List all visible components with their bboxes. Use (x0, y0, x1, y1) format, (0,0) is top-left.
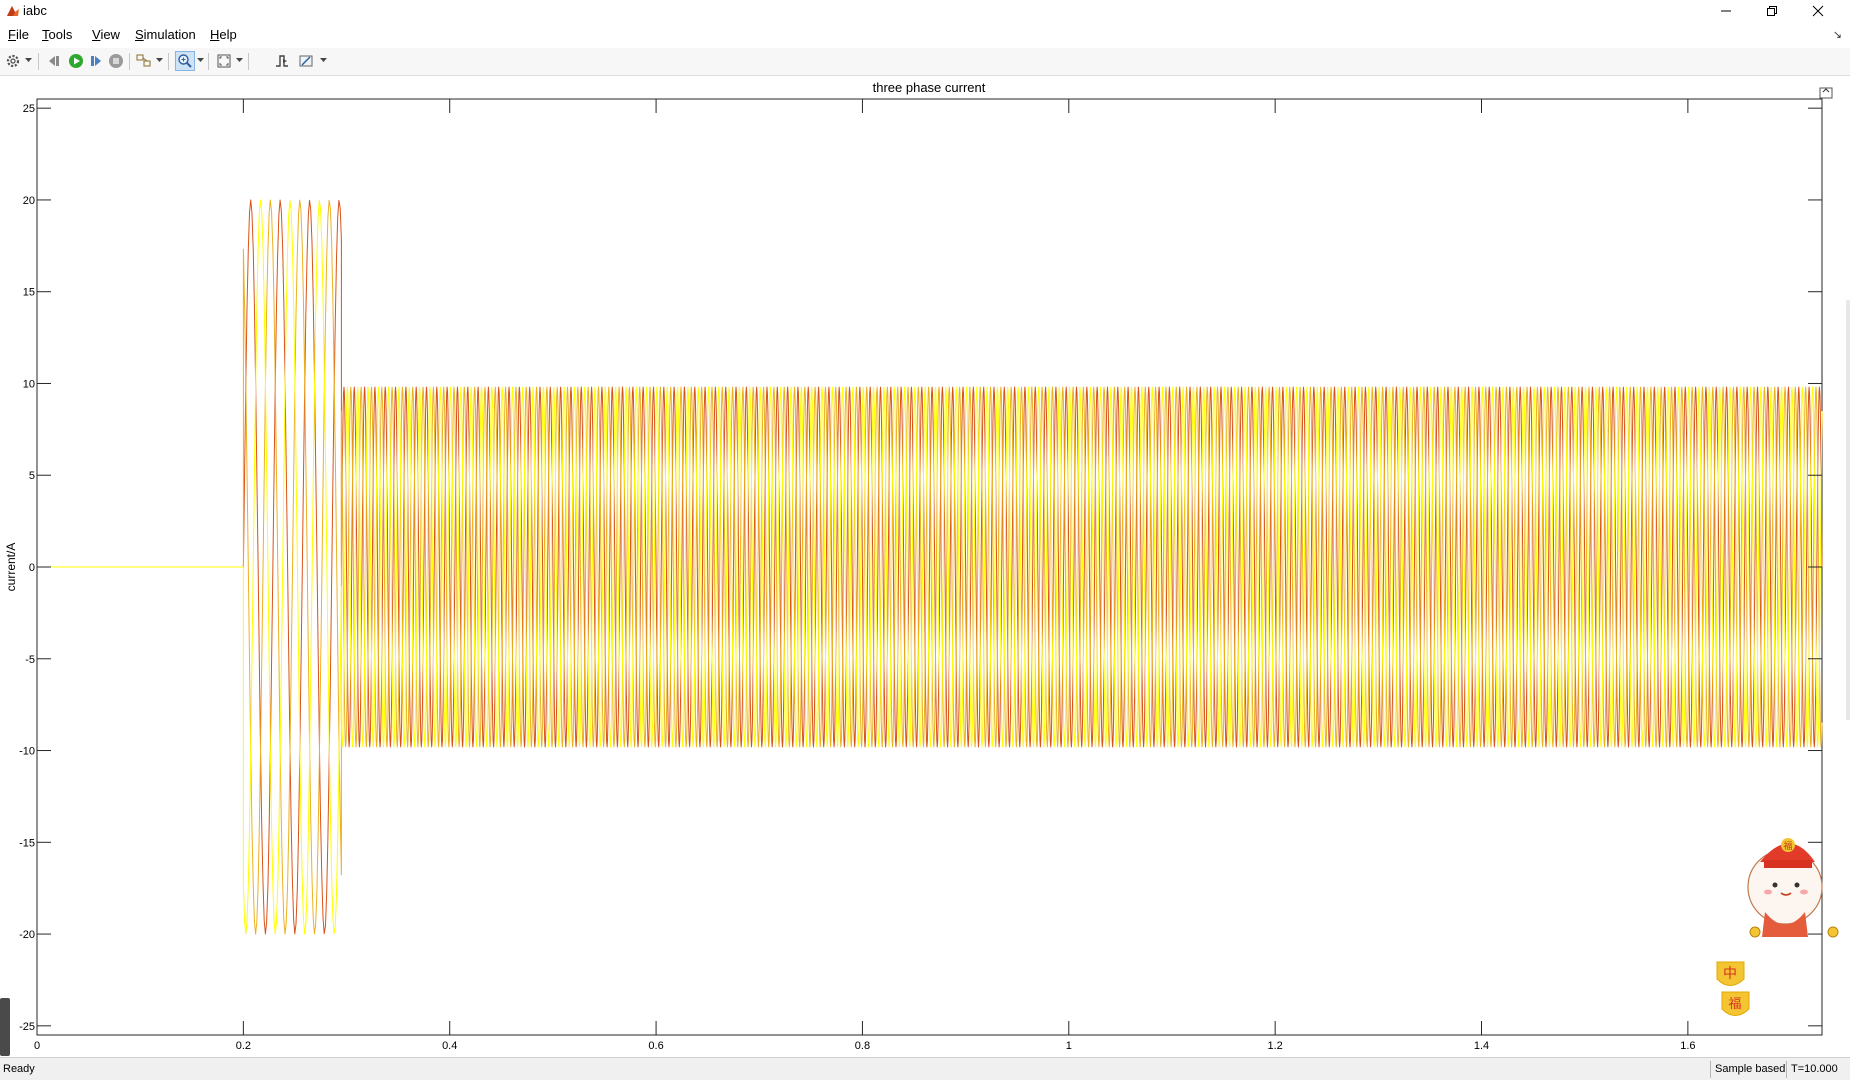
stop-icon (109, 54, 123, 68)
settings-dropdown-arrow[interactable] (25, 57, 32, 64)
menu-file-label: ile (15, 27, 29, 42)
autoscale-icon (217, 54, 231, 68)
menu-simulation[interactable]: Simulation (135, 27, 196, 42)
autoscale-dropdown-arrow[interactable] (236, 57, 243, 64)
y-tick-label: -15 (19, 837, 35, 849)
toolbar-separator (248, 53, 249, 70)
triggers-button[interactable] (272, 51, 292, 71)
step-back-button[interactable] (44, 51, 64, 71)
menu-tools[interactable]: Tools (42, 27, 72, 42)
y-axis-label: current/A (4, 543, 18, 592)
menu-help-label: elp (219, 27, 237, 42)
x-tick-label: 0.6 (648, 1040, 663, 1052)
menu-tools-label: ools (48, 27, 73, 42)
restore-button[interactable] (1749, 0, 1795, 22)
window-title: iabc (23, 3, 47, 18)
style-icon (299, 55, 313, 67)
minimize-button[interactable] (1703, 0, 1749, 22)
dropdown-arrow-icon (320, 58, 327, 62)
x-tick-label: 0.4 (442, 1040, 457, 1052)
y-tick-label: 10 (23, 378, 35, 390)
minimize-icon (1721, 10, 1731, 12)
highlight-block-icon (136, 54, 151, 67)
run-icon (69, 54, 83, 68)
close-button[interactable] (1795, 0, 1841, 22)
right-scroll-track[interactable] (1846, 300, 1850, 720)
dropdown-arrow-icon (197, 58, 204, 62)
y-tick-label: 0 (29, 562, 35, 574)
style-dropdown-arrow[interactable] (320, 57, 327, 64)
title-bar: iabc (0, 0, 1850, 22)
menu-file-mnemonic: F (8, 27, 16, 42)
menu-simulation-mnemonic: S (135, 27, 144, 42)
toolbar-separator (208, 53, 209, 70)
menu-simulation-label: imulation (143, 27, 196, 42)
dropdown-arrow-icon (236, 58, 243, 62)
run-button[interactable] (66, 51, 86, 71)
toolbar (0, 48, 1850, 76)
badge-text-1: 中 (1723, 966, 1737, 982)
toolbar-separator (38, 53, 39, 70)
mascot-hat-text: 福 (1783, 840, 1792, 852)
status-sample-mode: Sample based (1710, 1061, 1789, 1078)
left-dock-handle[interactable] (0, 998, 10, 1056)
badge-text-2: 福 (1728, 997, 1741, 1012)
settings-gear-button[interactable] (3, 51, 23, 71)
y-tick-label: 20 (23, 195, 35, 207)
triggers-icon (276, 55, 288, 67)
stop-button[interactable] (106, 51, 126, 71)
x-tick-label: 0.8 (855, 1040, 870, 1052)
y-tick-label: -20 (19, 929, 35, 941)
x-tick-label: 1.4 (1474, 1040, 1489, 1052)
x-tick-label: 0 (34, 1040, 40, 1052)
menu-file[interactable]: File (8, 27, 29, 42)
settings-gear-icon (6, 54, 20, 68)
toolbar-separator (129, 53, 130, 70)
chart-title: three phase current (873, 80, 986, 95)
zoom-dropdown-arrow[interactable] (197, 57, 204, 64)
y-tick-label: -5 (25, 654, 35, 666)
y-tick-label: 5 (29, 470, 35, 482)
y-tick-label: 15 (23, 287, 35, 299)
x-tick-label: 1 (1066, 1040, 1072, 1052)
menu-view[interactable]: View (92, 27, 120, 42)
step-back-icon (49, 56, 59, 66)
style-button[interactable] (296, 51, 316, 71)
matlab-app-icon (7, 6, 19, 16)
step-forward-icon (91, 56, 101, 66)
undock-arrow-icon[interactable]: ↘ (1833, 28, 1842, 41)
menu-help-mnemonic: H (210, 27, 220, 42)
zoom-in-button[interactable] (175, 51, 195, 71)
x-tick-label: 1.6 (1680, 1040, 1695, 1052)
menu-view-label: iew (100, 27, 120, 42)
three-phase-current-chart[interactable]: three phase current current/A 0 0.2 0.4 0.6… (0, 77, 1850, 1057)
scope-plot-area[interactable]: three phase current current/A 0 0.2 0.4 0.6… (0, 77, 1850, 1057)
dropdown-arrow-icon (156, 58, 163, 62)
menu-help[interactable]: Help (210, 27, 237, 42)
menu-bar: File Tools View Simulation Help ↘ (0, 24, 1850, 46)
autoscale-button[interactable] (214, 51, 234, 71)
y-tick-label: -10 (19, 746, 35, 758)
highlight-dropdown-arrow[interactable] (156, 57, 163, 64)
step-forward-button[interactable] (86, 51, 106, 71)
x-tick-label: 0.2 (236, 1040, 251, 1052)
x-tick-label: 1.2 (1268, 1040, 1283, 1052)
close-icon (1812, 5, 1824, 17)
highlight-block-button[interactable] (134, 51, 154, 71)
undock-plot-button[interactable] (1819, 87, 1833, 99)
status-bar: Ready Sample based T=10.000 (0, 1057, 1850, 1080)
zoom-in-icon (178, 54, 192, 68)
dropdown-arrow-icon (25, 58, 32, 62)
status-sim-time: T=10.000 (1786, 1061, 1842, 1078)
y-tick-label: -25 (19, 1021, 35, 1033)
y-tick-label: 25 (23, 103, 35, 115)
status-text: Ready (3, 1063, 35, 1075)
restore-icon (1767, 6, 1777, 16)
toolbar-separator (168, 53, 169, 70)
